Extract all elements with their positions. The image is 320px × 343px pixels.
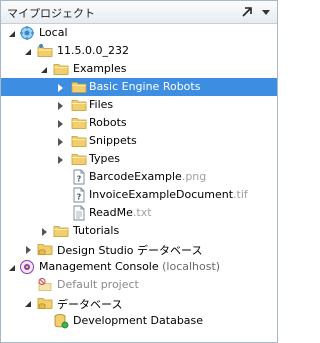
tree-item-label: Robots — [89, 116, 127, 129]
expanded-arrow-icon[interactable] — [23, 299, 33, 309]
tree-item-design-studio-database[interactable]: Design Studio データベース — [1, 240, 277, 258]
link-with-editor-icon[interactable] — [239, 4, 255, 20]
tree-item-local[interactable]: Local — [1, 24, 277, 42]
file-name: ReadMe — [89, 206, 133, 219]
tree-item-label: Snippets — [89, 134, 137, 147]
tree-item-label: Examples — [73, 62, 127, 75]
project-folder-icon — [37, 43, 53, 59]
tree-item-tutorials[interactable]: Tutorials — [1, 222, 277, 240]
tree-item-label: Types — [89, 152, 120, 165]
text-file-icon — [71, 205, 87, 221]
local-workspace-icon — [19, 25, 35, 41]
expanded-arrow-icon[interactable] — [23, 47, 33, 57]
tree-item-robots[interactable]: Robots — [1, 114, 277, 132]
collapsed-arrow-icon[interactable] — [55, 119, 65, 129]
tree-item-snippets[interactable]: Snippets — [1, 132, 277, 150]
folder-icon — [71, 79, 87, 95]
tree-item-label: データベース — [57, 298, 123, 311]
panel-titlebar: マイプロジェクト — [1, 1, 277, 24]
my-projects-panel: マイプロジェクト Local 11.5.0.0_232 Examples Bas… — [0, 0, 278, 343]
folder-icon — [71, 133, 87, 149]
collapsed-arrow-icon[interactable] — [55, 83, 65, 93]
project-tree: Local 11.5.0.0_232 Examples Basic Engine… — [1, 24, 277, 330]
console-host: (localhost) — [162, 260, 221, 273]
file-name: InvoiceExampleDocument — [89, 188, 234, 201]
folder-icon — [71, 115, 87, 131]
file-name: BarcodeExample — [89, 170, 182, 183]
tree-item-default-project[interactable]: Default project — [1, 276, 277, 294]
folder-icon — [71, 97, 87, 113]
database-connected-icon — [53, 313, 69, 329]
tree-item-label: ReadMe.txt — [89, 206, 152, 219]
disabled-project-icon — [37, 277, 53, 293]
tree-item-label: Files — [89, 98, 114, 111]
tree-item-label: Tutorials — [73, 224, 120, 237]
svg-text:?: ? — [77, 193, 82, 202]
view-menu-icon[interactable] — [258, 4, 274, 20]
tree-item-label: Default project — [57, 278, 139, 291]
folder-icon — [53, 61, 69, 77]
tree-item-version[interactable]: 11.5.0.0_232 — [1, 42, 277, 60]
tree-item-label: Design Studio データベース — [57, 244, 203, 257]
tree-item-databases[interactable]: データベース — [1, 294, 277, 312]
tree-item-basic-engine-robots[interactable]: Basic Engine Robots — [1, 78, 277, 96]
tree-item-examples[interactable]: Examples — [1, 60, 277, 78]
unknown-file-icon: ? — [71, 187, 87, 203]
tree-item-label: Management Console (localhost) — [39, 260, 220, 273]
tree-item-invoice-example-document[interactable]: ? InvoiceExampleDocument.tif — [1, 186, 277, 204]
tree-item-types[interactable]: Types — [1, 150, 277, 168]
database-folder-icon — [37, 241, 53, 257]
expanded-arrow-icon[interactable] — [39, 65, 49, 75]
tree-item-label: InvoiceExampleDocument.tif — [89, 188, 248, 201]
expanded-arrow-icon[interactable] — [7, 29, 17, 39]
folder-icon — [71, 151, 87, 167]
file-extension: .txt — [132, 206, 152, 219]
tree-item-readme[interactable]: ReadMe.txt — [1, 204, 277, 222]
file-extension: .tif — [233, 188, 248, 201]
file-extension: .png — [181, 170, 207, 183]
panel-title: マイプロジェクト — [7, 7, 95, 20]
tree-item-label: 11.5.0.0_232 — [57, 44, 129, 57]
folder-icon — [53, 223, 69, 239]
tree-item-label: BarcodeExample.png — [89, 170, 206, 183]
database-folder-icon — [37, 295, 53, 311]
collapsed-arrow-icon[interactable] — [39, 227, 49, 237]
tree-item-label: Local — [39, 26, 68, 39]
collapsed-arrow-icon[interactable] — [23, 245, 33, 255]
tree-item-files[interactable]: Files — [1, 96, 277, 114]
tree-item-management-console[interactable]: Management Console (localhost) — [1, 258, 277, 276]
tree-item-label: Development Database — [73, 314, 204, 327]
tree-item-label: Basic Engine Robots — [89, 80, 201, 93]
svg-text:?: ? — [77, 175, 82, 184]
collapsed-arrow-icon[interactable] — [55, 101, 65, 111]
console-name: Management Console — [39, 260, 159, 273]
tree-item-development-database[interactable]: Development Database — [1, 312, 277, 330]
collapsed-arrow-icon[interactable] — [55, 137, 65, 147]
expanded-arrow-icon[interactable] — [7, 263, 17, 273]
collapsed-arrow-icon[interactable] — [55, 155, 65, 165]
tree-item-barcode-example[interactable]: ? BarcodeExample.png — [1, 168, 277, 186]
management-console-icon — [19, 259, 35, 275]
unknown-file-icon: ? — [71, 169, 87, 185]
